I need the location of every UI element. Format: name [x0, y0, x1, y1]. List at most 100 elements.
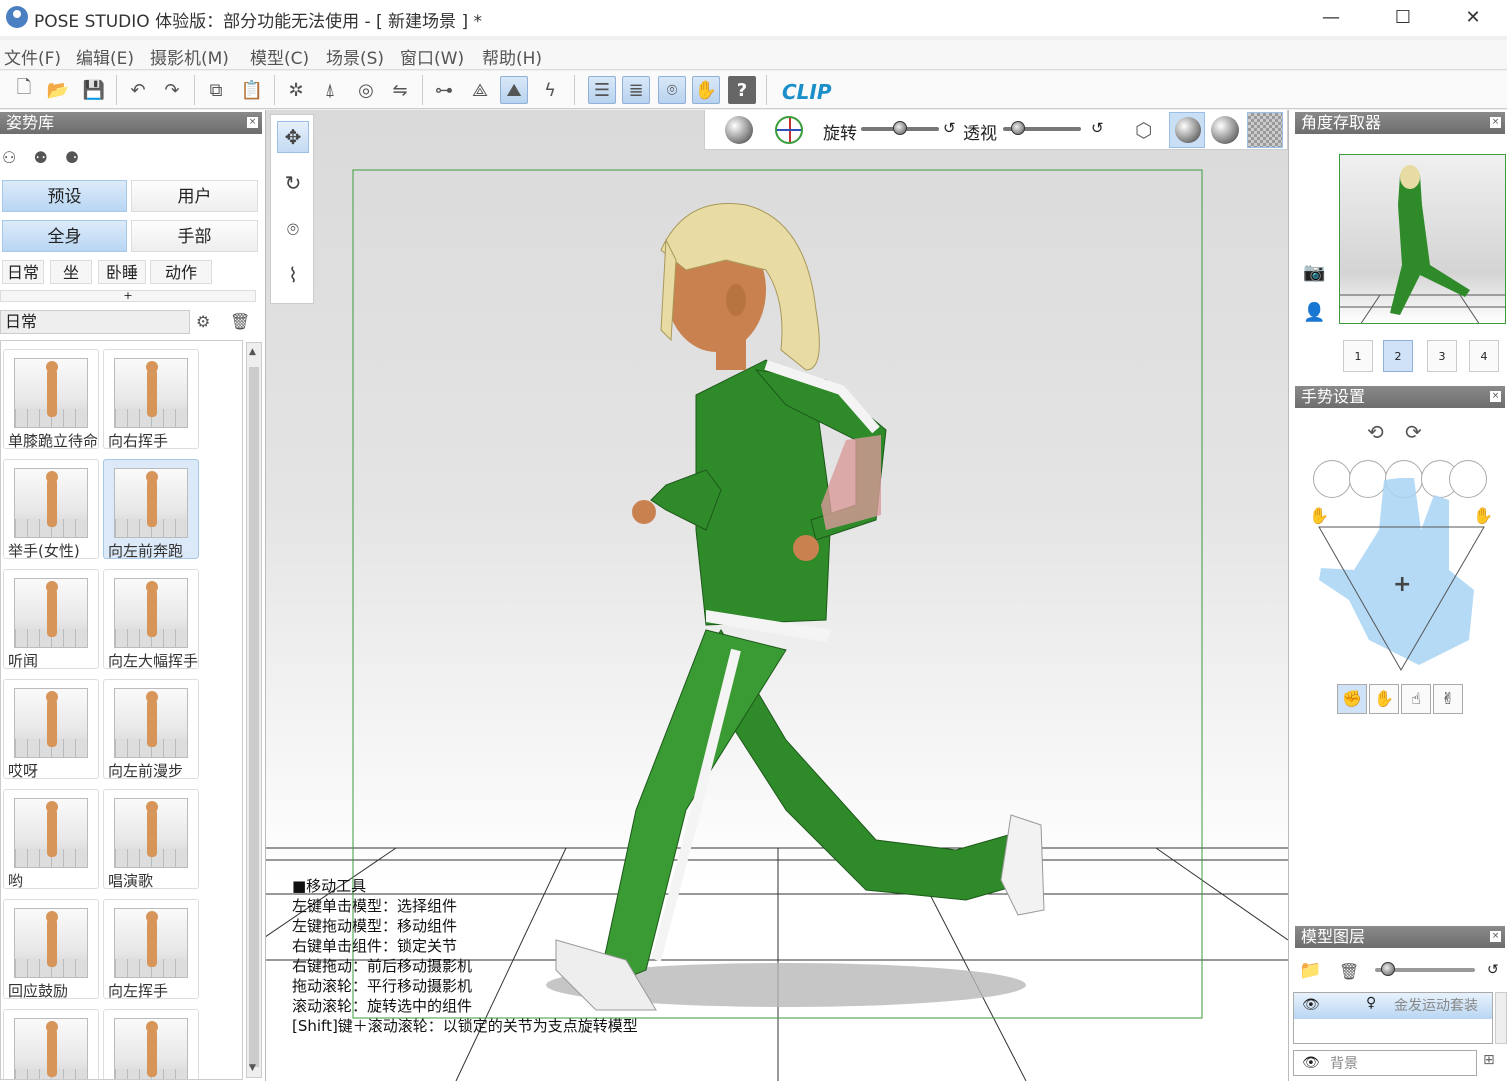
background-settings-icon[interactable]: ⊞ [1483, 1052, 1495, 1068]
layers-icon[interactable]: ≣ [622, 76, 650, 104]
copy-pose-icon[interactable]: ⚉ [33, 148, 47, 167]
paste-icon[interactable]: 📋 [238, 76, 266, 104]
mirror-hand-right-icon[interactable]: ⟳ [1405, 420, 1422, 444]
eye-icon[interactable]: 👁 [1302, 1055, 1320, 1071]
pose-card[interactable]: 回应鼓励 [3, 899, 99, 1000]
perspective-slider-knob[interactable] [1011, 121, 1025, 135]
pose-library-close-icon[interactable]: × [247, 117, 258, 128]
pose-card[interactable] [3, 1009, 99, 1079]
mirror-icon[interactable]: ⇋ [386, 76, 414, 104]
tab-full-body[interactable]: 全身 [2, 220, 127, 252]
camera-slot-3[interactable]: 3 [1427, 340, 1457, 372]
joints-icon[interactable]: ✲ [282, 76, 310, 104]
hand-point-icon[interactable]: ☝ [1401, 684, 1431, 714]
layer-row[interactable]: 👁 背景 [1293, 1050, 1477, 1076]
tab-preset[interactable]: 预设 [2, 180, 127, 212]
scroll-thumb[interactable] [249, 367, 259, 1067]
delete-model-icon[interactable]: 🗑 [1339, 962, 1359, 981]
category-select[interactable]: 日常 [0, 310, 190, 334]
menu-help[interactable]: 帮助(H) [482, 44, 542, 69]
open-folder-icon[interactable]: 📂 [44, 76, 72, 104]
hand-flat-icon[interactable]: ✌ [1433, 684, 1463, 714]
perspective-reset-icon[interactable]: ↺ [1091, 119, 1104, 137]
pose-card[interactable]: 唱演歌 [103, 789, 199, 890]
add-category-button[interactable]: + [0, 290, 256, 302]
pose-card[interactable]: 单膝跪立待命 [3, 349, 99, 450]
menu-scene[interactable]: 场景(S) [326, 44, 384, 69]
ground-icon[interactable]: ⍋ [316, 76, 344, 104]
model-layers-close-icon[interactable]: × [1490, 931, 1501, 942]
wireframe-cube-icon[interactable]: ⬡ [1135, 118, 1152, 142]
layer-opacity-knob[interactable] [1381, 962, 1395, 976]
light-sphere-icon[interactable] [725, 116, 753, 144]
scroll-down-icon[interactable]: ▼ [249, 1063, 256, 1073]
shading-toggle-icon[interactable] [1169, 112, 1205, 148]
pose-card[interactable]: 向左挥手 [103, 899, 199, 1000]
menu-model[interactable]: 模型(C) [250, 44, 309, 69]
pose-scrollbar[interactable]: ▲ ▼ [246, 342, 262, 1078]
help-icon[interactable]: ? [728, 76, 756, 104]
pose-card[interactable]: 哟 [3, 789, 99, 890]
layer-scrollbar[interactable] [1495, 992, 1507, 1044]
camera-slot-1[interactable]: 1 [1343, 340, 1373, 372]
camera-panel-icon[interactable]: ⌾ [658, 76, 686, 104]
layer-reset-icon[interactable]: ↺ [1487, 962, 1499, 978]
arm-tool-icon[interactable]: ⌇ [277, 259, 309, 291]
category-tab-lie[interactable]: 卧睡 [98, 260, 146, 284]
pose-card[interactable]: 向右挥手 [103, 349, 199, 450]
floor-icon[interactable]: ⛰ [500, 76, 528, 104]
hand-settings-close-icon[interactable]: × [1490, 391, 1501, 402]
camera-portrait-icon[interactable]: 👤 [1303, 302, 1325, 323]
axis-icon[interactable]: ⟁ [466, 76, 494, 104]
gizmo-icon[interactable] [775, 116, 803, 144]
menu-camera[interactable]: 摄影机(M) [150, 44, 229, 69]
undo-icon[interactable]: ↶ [124, 76, 152, 104]
hand-panel-icon[interactable]: ✋ [692, 76, 720, 104]
panel-list-icon[interactable]: ☰ [588, 76, 616, 104]
save-icon[interactable]: 💾 [80, 76, 108, 104]
close-button[interactable]: ✕ [1438, 0, 1507, 36]
bone-icon[interactable]: ⊶ [430, 76, 458, 104]
eye-icon[interactable]: 👁 [1302, 997, 1320, 1013]
camera-capture-icon[interactable]: 📷 [1303, 262, 1325, 283]
hand-grip-icon[interactable]: ✋ [1369, 684, 1399, 714]
new-file-icon[interactable]: 🗋 [10, 76, 38, 104]
pose-card[interactable]: 听闻 [3, 569, 99, 670]
hand-fist-icon[interactable]: ✊ [1337, 684, 1367, 714]
pose-card-selected[interactable]: 向左前奔跑 [103, 459, 199, 560]
camera-store-close-icon[interactable]: × [1490, 117, 1501, 128]
category-tab-sit[interactable]: 坐 [50, 260, 92, 284]
tab-user[interactable]: 用户 [131, 180, 258, 212]
category-tab-daily[interactable]: 日常 [2, 260, 44, 284]
camera-slot-4[interactable]: 4 [1469, 340, 1499, 372]
menu-edit[interactable]: 编辑(E) [76, 44, 134, 69]
texture-toggle-icon[interactable] [1247, 112, 1283, 148]
solid-sphere-icon[interactable] [1211, 116, 1239, 144]
minimize-button[interactable]: — [1296, 0, 1366, 36]
pose-card[interactable] [103, 1009, 199, 1079]
import-pose-icon[interactable]: ⚇ [2, 148, 16, 167]
pose-card[interactable]: 哎呀 [3, 679, 99, 780]
mirror-hand-left-icon[interactable]: ⟲ [1367, 420, 1384, 444]
pose-card[interactable]: 举手(女性) [3, 459, 99, 560]
pose-card[interactable]: 向左前漫步 [103, 679, 199, 780]
add-model-icon[interactable]: 📁 [1299, 960, 1321, 981]
maximize-button[interactable]: ☐ [1368, 0, 1438, 36]
rotate-model-icon[interactable]: ↻ [277, 167, 309, 199]
tab-hand[interactable]: 手部 [131, 220, 258, 252]
scroll-up-icon[interactable]: ▲ [249, 347, 256, 357]
camera-slot-2[interactable]: 2 [1383, 340, 1413, 372]
redo-icon[interactable]: ↷ [158, 76, 186, 104]
category-tab-action[interactable]: 动作 [150, 260, 212, 284]
move-tool-icon[interactable]: ✥ [277, 121, 309, 153]
3d-viewport[interactable]: ✥ ↻ ⌾ ⌇ 旋转 ↺ 透视 ↺ ⬡ ■移动工具 左键单击模型：选择组件 左键… [266, 110, 1288, 1081]
menu-window[interactable]: 窗口(W) [400, 44, 464, 69]
apply-pose-icon[interactable]: ⚈ [65, 148, 79, 167]
layer-row-selected[interactable]: 👁 ♀ 金发运动套装 [1294, 993, 1492, 1019]
rotate-reset-icon[interactable]: ↺ [943, 119, 956, 137]
pose-card[interactable]: 向左大幅挥手 [103, 569, 199, 670]
lightning-icon[interactable]: ϟ [536, 76, 564, 104]
menu-file[interactable]: 文件(F) [4, 44, 61, 69]
target-icon[interactable]: ◎ [352, 76, 380, 104]
pose-settings-icon[interactable]: ⚙ [196, 312, 210, 331]
